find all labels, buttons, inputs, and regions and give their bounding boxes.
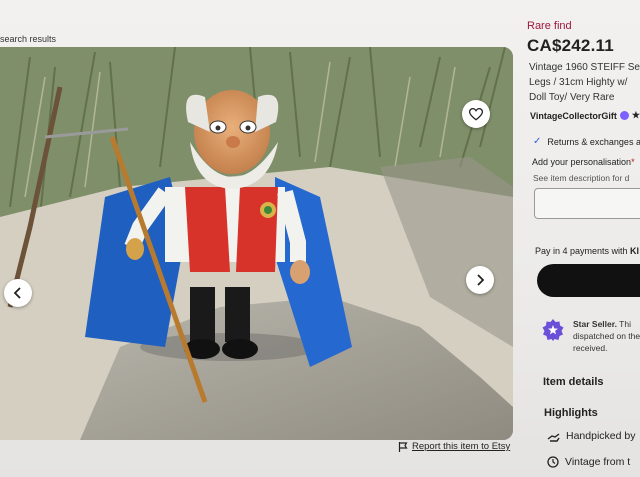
klarna-label: Kl <box>630 246 640 256</box>
heart-icon <box>469 107 483 121</box>
checkmark-icon: ✓ <box>533 136 542 147</box>
star-seller-icon <box>619 111 629 120</box>
highlight-handpicked-text: Handpicked by <box>566 430 636 442</box>
star-seller-text: Star Seller. Thi dispatched on they rece… <box>573 318 640 354</box>
listing-sidebar: Rare find CA$242.11 Vintage 1960 STEIFF … <box>527 0 640 477</box>
returns-row: ✓ Returns & exchanges a <box>533 136 640 147</box>
highlight-vintage-text: Vintage from t <box>565 456 631 468</box>
screen: search results Report this item to Etsy … <box>0 0 640 477</box>
star-seller-title: Star Seller. <box>573 319 617 329</box>
flag-icon <box>398 441 408 452</box>
add-to-basket-button[interactable] <box>537 264 640 297</box>
clock-icon <box>547 456 559 468</box>
price: CA$242.11 <box>527 36 614 55</box>
seller-row[interactable]: VintageCollectorGift ★ <box>530 110 640 121</box>
personalisation-label-text: Add your personalisation <box>532 157 632 167</box>
listing-photo[interactable] <box>0 47 513 440</box>
listing-title-line: Doll Toy/ Very Rare <box>529 92 615 103</box>
personalisation-description: See item description for d <box>533 173 630 183</box>
gnome-doll-image <box>0 47 513 440</box>
seller-name-link[interactable]: VintageCollectorGift <box>530 111 617 121</box>
item-details-toggle[interactable]: Item details <box>543 376 604 388</box>
listing-title-line: Legs / 31cm Highty w/ <box>529 77 628 88</box>
breadcrumb-link[interactable]: search results <box>0 34 56 44</box>
highlight-handpicked: Handpicked by <box>547 430 635 442</box>
required-marker: * <box>631 157 635 167</box>
rating-star-icon: ★ <box>631 110 640 120</box>
star-seller-badge-icon <box>542 319 564 341</box>
star-seller-info: Star Seller. Thi dispatched on they rece… <box>541 318 640 354</box>
favorite-button[interactable] <box>462 100 490 128</box>
next-image-button[interactable] <box>466 266 494 294</box>
hand-icon <box>547 432 560 442</box>
personalisation-label: Add your personalisation* <box>532 157 635 167</box>
chevron-right-icon <box>477 274 485 286</box>
prev-image-button[interactable] <box>4 279 32 307</box>
personalisation-input[interactable] <box>534 188 640 219</box>
returns-text: Returns & exchanges a <box>547 136 640 147</box>
chevron-left-icon <box>13 287 21 299</box>
listing-title-line: Vintage 1960 STEIFF Se <box>529 62 640 73</box>
listing-title: Vintage 1960 STEIFF Se Legs / 31cm Hight… <box>529 60 640 105</box>
pay-in-4-text: Pay in 4 payments with Kl <box>535 246 639 256</box>
report-item-link[interactable]: Report this item to Etsy <box>398 441 510 452</box>
highlights-heading: Highlights <box>544 407 598 419</box>
highlight-vintage: Vintage from t <box>547 456 630 468</box>
rare-find-label: Rare find <box>527 20 572 32</box>
report-item-text: Report this item to Etsy <box>412 441 511 452</box>
pay-in-4-prefix: Pay in 4 payments with <box>535 246 631 256</box>
